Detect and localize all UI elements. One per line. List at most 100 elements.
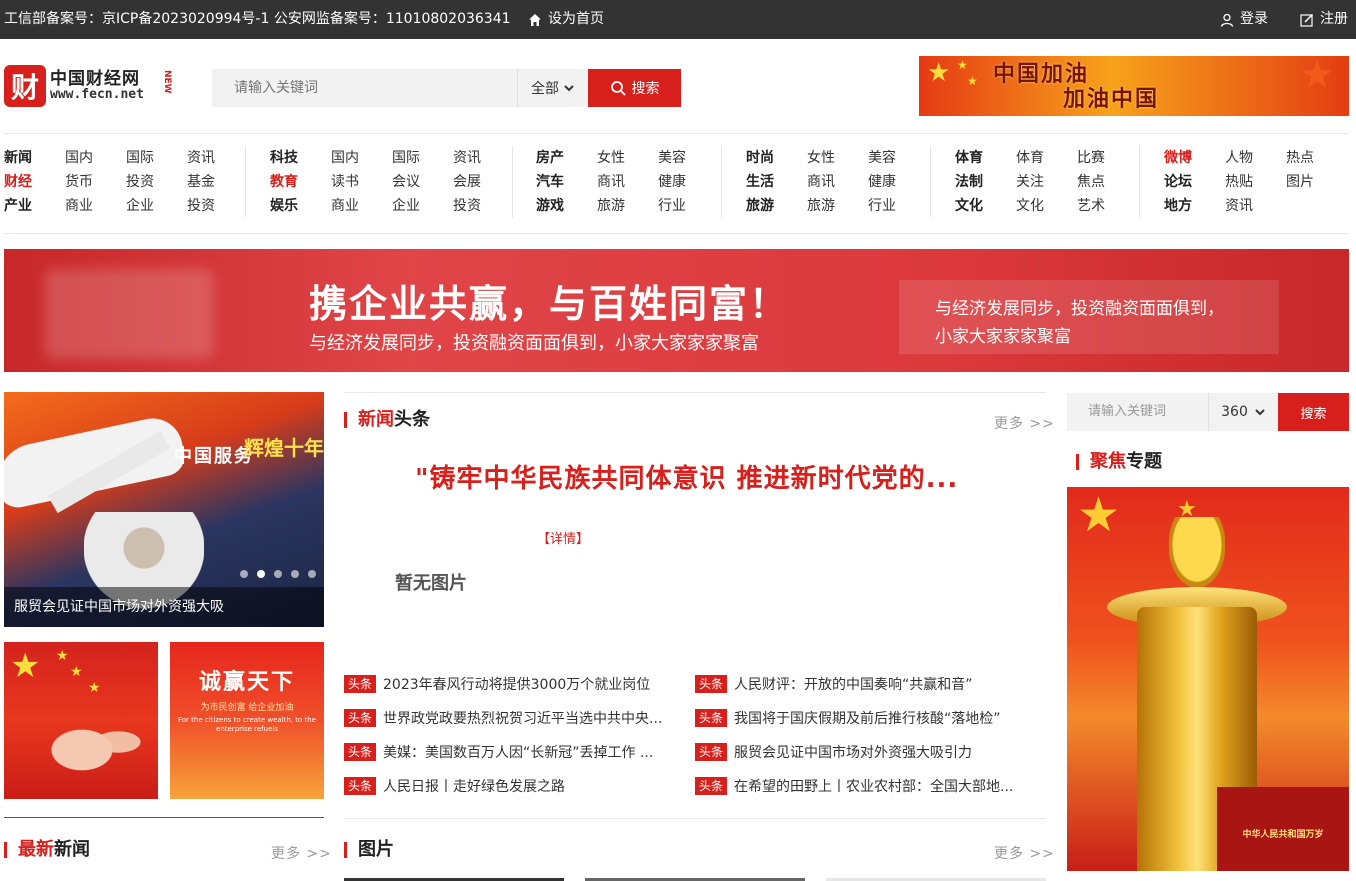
nav-link[interactable]: 关注	[1016, 170, 1077, 194]
main-headline[interactable]: "铸牢中华民族共同体意识 推进新时代党的...	[415, 458, 958, 495]
nav-link[interactable]: 商业	[331, 194, 392, 218]
nav-link[interactable]: 资讯	[453, 146, 514, 170]
list-item-title[interactable]: 人民财评：开放的中国奏响“共赢和音”	[734, 674, 973, 694]
image-slider[interactable]: 中国服务 辉煌十年 服贸会见证中国市场对外资强大吸	[4, 392, 324, 627]
nav-link[interactable]: 财经	[4, 170, 65, 194]
nav-link[interactable]: 游戏	[536, 194, 597, 218]
nav-link[interactable]: 旅游	[807, 194, 868, 218]
nav-link[interactable]: 房产	[536, 146, 597, 170]
nav-link[interactable]: 健康	[868, 170, 929, 194]
list-item[interactable]: 头条 人民财评：开放的中国奏响“共赢和音”	[695, 667, 1035, 701]
search-input[interactable]	[212, 69, 517, 107]
slider-dot[interactable]	[291, 570, 299, 578]
nav-link[interactable]: 比赛	[1077, 146, 1138, 170]
list-item[interactable]: 头条 2023年春风行动将提供3000万个就业岗位	[344, 667, 684, 701]
nav-link[interactable]: 国内	[331, 146, 392, 170]
nav-link[interactable]: 企业	[126, 194, 187, 218]
nav-link[interactable]: 人物	[1225, 146, 1286, 170]
slider-dot[interactable]	[240, 570, 248, 578]
nav-link[interactable]: 艺术	[1077, 194, 1138, 218]
set-homepage-link[interactable]: 设为首页	[528, 0, 604, 39]
list-item[interactable]: 头条 在希望的田野上丨农业农村部：全国大部地...	[695, 769, 1035, 803]
sidebar-search-input[interactable]: 请输入关键词	[1067, 393, 1208, 431]
nav-link[interactable]: 基金	[187, 170, 248, 194]
nav-link[interactable]: 会议	[392, 170, 453, 194]
nav-link[interactable]: 健康	[658, 170, 719, 194]
nav-link[interactable]: 投资	[453, 194, 514, 218]
nav-link[interactable]: 货币	[65, 170, 126, 194]
nav-link[interactable]: 女性	[807, 146, 868, 170]
nav-link[interactable]: 国际	[392, 146, 453, 170]
list-item-title[interactable]: 世界政党政要热烈祝贺习近平当选中共中央...	[383, 708, 662, 728]
nav-link[interactable]: 商业	[65, 194, 126, 218]
nav-link[interactable]: 国内	[65, 146, 126, 170]
nav-link[interactable]: 行业	[868, 194, 929, 218]
login-link[interactable]: 登录	[1220, 0, 1268, 39]
nav-link[interactable]: 国际	[126, 146, 187, 170]
list-item-title[interactable]: 我国将于国庆假期及前后推行核酸“落地检”	[734, 708, 1001, 728]
list-item[interactable]: 头条 世界政党政要热烈祝贺习近平当选中共中央...	[344, 701, 684, 735]
nav-link[interactable]: 法制	[955, 170, 1016, 194]
nav-link[interactable]: 微博	[1164, 146, 1225, 170]
nav-link[interactable]: 旅游	[597, 194, 658, 218]
nav-link[interactable]: 读书	[331, 170, 392, 194]
list-item[interactable]: 头条 美媒：美国数百万人因“长新冠”丢掉工作 ...	[344, 735, 684, 769]
nav-link[interactable]: 体育	[955, 146, 1016, 170]
china-jiayou-banner[interactable]: ★ ★ ★ ★ 中国加油 加油中国	[919, 56, 1349, 116]
nav-link[interactable]: 投资	[187, 194, 248, 218]
slider-dot[interactable]	[274, 570, 282, 578]
nav-link[interactable]: 商讯	[597, 170, 658, 194]
slider-dot-active[interactable]	[257, 570, 265, 578]
nav-link[interactable]: 论坛	[1164, 170, 1225, 194]
pictures-more-link[interactable]: 更多 >>	[994, 843, 1055, 863]
list-item-title[interactable]: 服贸会见证中国市场对外资强大吸引力	[734, 742, 972, 762]
list-item[interactable]: 头条 我国将于国庆假期及前后推行核酸“落地检”	[695, 701, 1035, 735]
nav-link[interactable]: 新闻	[4, 146, 65, 170]
nav-link[interactable]: 会展	[453, 170, 514, 194]
slider-dot[interactable]	[308, 570, 316, 578]
nav-link[interactable]: 企业	[392, 194, 453, 218]
nav-link[interactable]: 时尚	[746, 146, 807, 170]
thumb-chengying[interactable]: 诚赢天下 为市民创富 给企业加油 For the citizens to cre…	[170, 642, 324, 799]
sidebar-search-select[interactable]: 360	[1208, 393, 1278, 431]
nav-link[interactable]: 焦点	[1077, 170, 1138, 194]
list-item-title[interactable]: 在希望的田野上丨农业农村部：全国大部地...	[734, 776, 1013, 796]
nav-link[interactable]: 科技	[270, 146, 331, 170]
nav-link[interactable]: 文化	[1016, 194, 1077, 218]
search-scope-select[interactable]: 全部	[517, 69, 588, 107]
slider-caption[interactable]: 服贸会见证中国市场对外资强大吸	[4, 587, 324, 627]
nav-link[interactable]: 热点	[1286, 146, 1347, 170]
sidebar-search-button[interactable]: 搜索	[1278, 393, 1349, 431]
headlines-more-link[interactable]: 更多 >>	[994, 413, 1055, 433]
nav-link[interactable]: 生活	[746, 170, 807, 194]
site-logo[interactable]: 财 中国财经网 www.fecn.net NEW	[4, 64, 174, 108]
nav-link[interactable]: 地方	[1164, 194, 1225, 218]
nav-link[interactable]: 美容	[868, 146, 929, 170]
nav-link[interactable]: 商讯	[807, 170, 868, 194]
detail-link[interactable]: 【详情】	[537, 528, 589, 547]
search-button[interactable]: 搜索	[588, 69, 681, 107]
nav-link[interactable]: 文化	[955, 194, 1016, 218]
nav-link[interactable]: 图片	[1286, 170, 1347, 194]
nav-link[interactable]: 资讯	[1225, 194, 1286, 218]
nav-link[interactable]: 汽车	[536, 170, 597, 194]
nav-link[interactable]: 体育	[1016, 146, 1077, 170]
nav-link[interactable]: 产业	[4, 194, 65, 218]
nav-link[interactable]: 投资	[126, 170, 187, 194]
list-item-title[interactable]: 2023年春风行动将提供3000万个就业岗位	[383, 674, 650, 694]
nav-link[interactable]: 女性	[597, 146, 658, 170]
latest-more-link[interactable]: 更多 >>	[271, 843, 332, 863]
nav-link[interactable]: 旅游	[746, 194, 807, 218]
list-item-title[interactable]: 人民日报丨走好绿色发展之路	[383, 776, 565, 796]
nav-link[interactable]: 热贴	[1225, 170, 1286, 194]
list-item[interactable]: 头条 服贸会见证中国市场对外资强大吸引力	[695, 735, 1035, 769]
list-item-title[interactable]: 美媒：美国数百万人因“长新冠”丢掉工作 ...	[383, 742, 653, 762]
topic-image-huabiao[interactable]: ★ ★ ★ 中华人民共和国万岁	[1067, 487, 1349, 871]
register-link[interactable]: 注册	[1300, 0, 1348, 39]
nav-link[interactable]: 娱乐	[270, 194, 331, 218]
nav-link[interactable]: 资讯	[187, 146, 248, 170]
nav-link[interactable]: 行业	[658, 194, 719, 218]
list-item[interactable]: 头条 人民日报丨走好绿色发展之路	[344, 769, 684, 803]
nav-link[interactable]: 美容	[658, 146, 719, 170]
promo-banner[interactable]: 携企业共赢，与百姓同富！ 与经济发展同步，投资融资面面俱到，小家大家家家聚富 与…	[4, 249, 1349, 372]
